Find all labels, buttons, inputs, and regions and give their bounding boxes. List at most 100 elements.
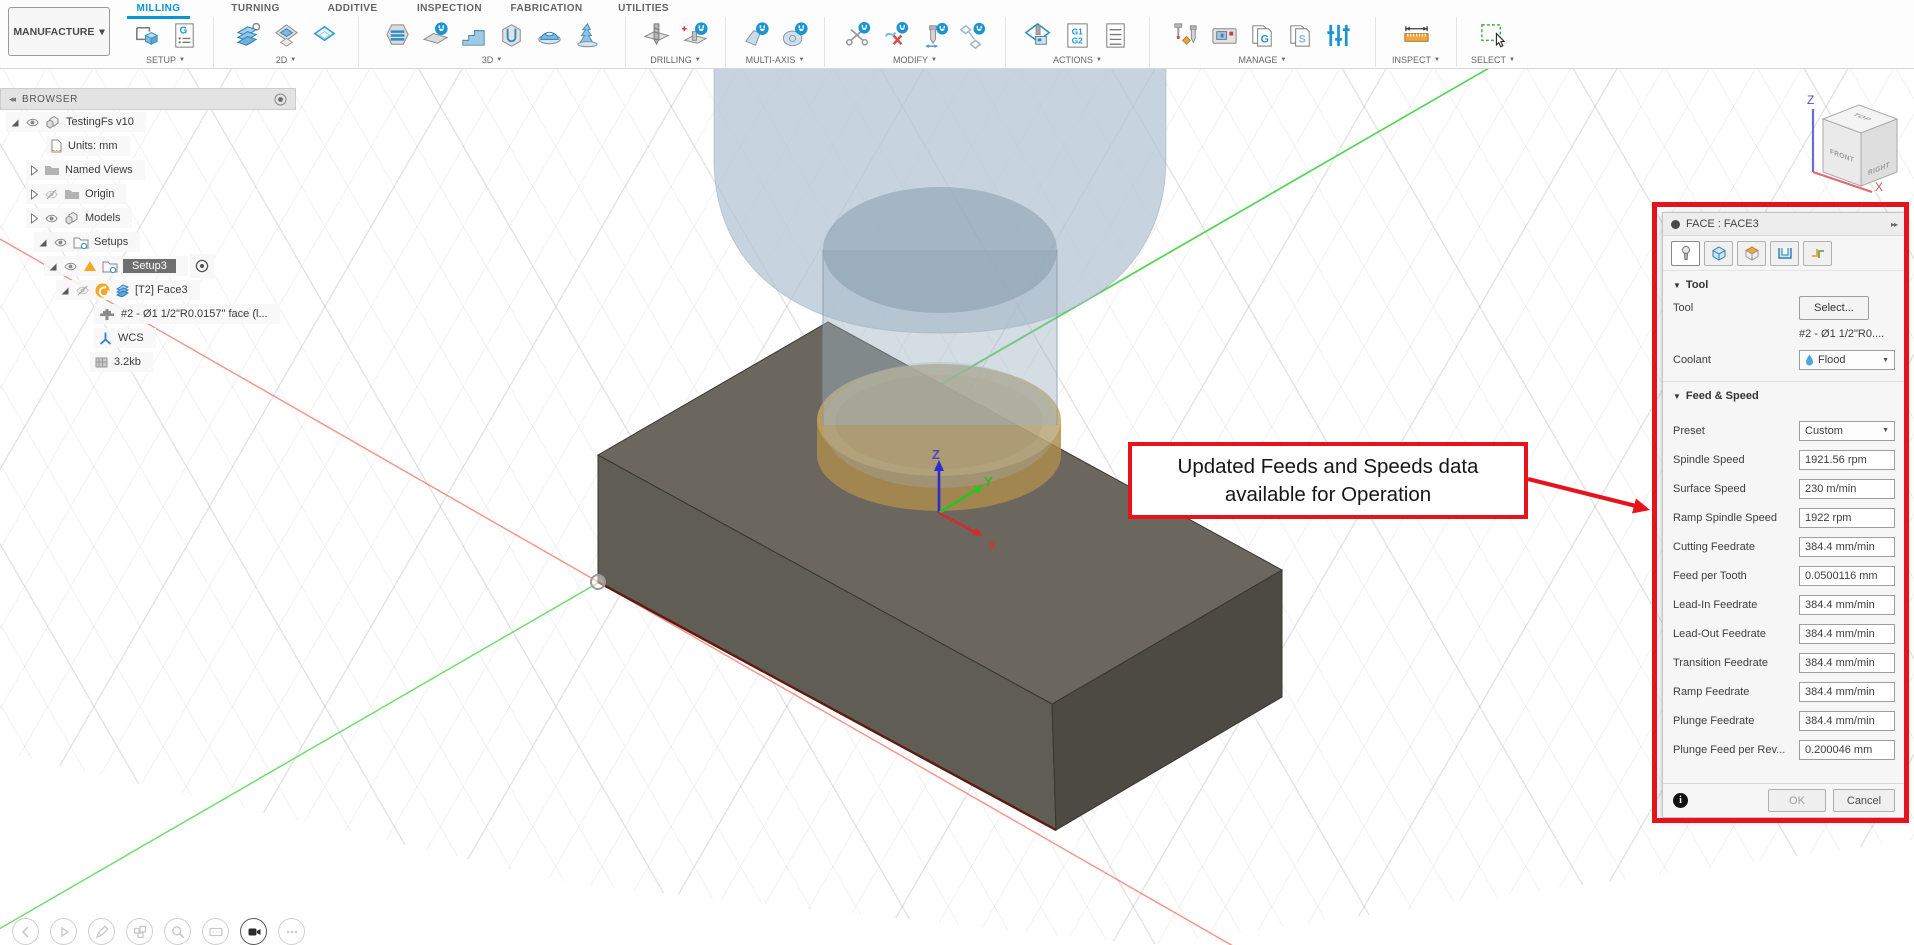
- preset-select[interactable]: Custom ▼: [1799, 420, 1895, 441]
- viewcube[interactable]: TOP FRONT RIGHT Z X: [1790, 85, 1914, 195]
- tool-select-button[interactable]: Select...: [1799, 296, 1869, 320]
- nav-more-icon[interactable]: [278, 918, 305, 945]
- transition-feedrate-input[interactable]: 384.4 mm/min: [1799, 652, 1895, 673]
- visibility-off-icon[interactable]: [44, 189, 59, 200]
- post-process-icon[interactable]: G1 G2: [1060, 19, 1096, 53]
- nav-orbit-icon[interactable]: [126, 918, 153, 945]
- tree-item-selected[interactable]: Setup3: [44, 256, 188, 276]
- ramp-feedrate-input[interactable]: 384.4 mm/min: [1799, 681, 1895, 702]
- tree-item[interactable]: Units: mm: [46, 136, 130, 156]
- plunge-feed-per-rev-input[interactable]: 0.200046 mm: [1799, 739, 1895, 760]
- workspace-switcher[interactable]: MANUFACTURE ▾: [8, 7, 110, 56]
- group-label-2d[interactable]: 2D ▼: [276, 54, 296, 66]
- pocket-clearing-icon[interactable]: [417, 19, 453, 53]
- face-2d-icon[interactable]: [230, 19, 266, 53]
- tab-milling[interactable]: MILLING: [110, 0, 207, 19]
- simulate-icon[interactable]: [1022, 19, 1058, 53]
- tab-linking[interactable]: [1803, 241, 1832, 266]
- tab-fabrication[interactable]: FABRICATION: [498, 0, 595, 17]
- group-label-select[interactable]: SELECT ▼: [1471, 54, 1515, 66]
- spindle-speed-input[interactable]: 1921.56 rpm: [1799, 449, 1895, 470]
- tab-heights[interactable]: [1737, 241, 1766, 266]
- tool-library-icon[interactable]: [1169, 19, 1205, 53]
- templates-icon[interactable]: S: [1283, 19, 1319, 53]
- section-tool[interactable]: ▼ Tool: [1663, 271, 1905, 293]
- tab-passes[interactable]: [1770, 241, 1799, 266]
- group-label-3d[interactable]: 3D ▼: [482, 54, 502, 66]
- setup-sheet-icon[interactable]: [1098, 19, 1134, 53]
- new-setup-icon[interactable]: [129, 19, 165, 53]
- tree-item[interactable]: TestingFs v10: [6, 112, 146, 132]
- tree-item[interactable]: Models: [26, 208, 133, 228]
- tree-item[interactable]: 3.2kb: [90, 352, 153, 372]
- ramp-icon[interactable]: [569, 19, 605, 53]
- plunge-feedrate-input[interactable]: 384.4 mm/min: [1799, 710, 1895, 731]
- feed-per-tooth-input[interactable]: 0.0500116 mm: [1799, 565, 1895, 586]
- tab-tool[interactable]: [1671, 241, 1700, 266]
- group-label-multiaxis[interactable]: MULTI-AXIS ▼: [746, 54, 805, 66]
- tree-item[interactable]: [T2] Face3: [56, 280, 200, 300]
- ok-button[interactable]: OK: [1768, 789, 1826, 812]
- lead-in-feedrate-input[interactable]: 384.4 mm/min: [1799, 594, 1895, 615]
- group-label-actions[interactable]: ACTIONS ▼: [1053, 54, 1102, 66]
- ncprogram-icon[interactable]: G: [167, 19, 203, 53]
- rotary-icon[interactable]: [776, 19, 812, 53]
- coolant-select[interactable]: Flood ▼: [1799, 350, 1895, 370]
- browser-options-icon[interactable]: [274, 93, 287, 106]
- visibility-off-icon[interactable]: [75, 285, 90, 296]
- lead-out-feedrate-input[interactable]: 384.4 mm/min: [1799, 623, 1895, 644]
- cancel-button[interactable]: Cancel: [1833, 789, 1895, 812]
- measure-icon[interactable]: [1398, 19, 1434, 53]
- visibility-eye-icon[interactable]: [25, 117, 40, 128]
- swarf-icon[interactable]: [738, 19, 774, 53]
- pin-right-icon[interactable]: ▸▸: [1891, 220, 1898, 229]
- visibility-eye-icon[interactable]: [53, 237, 68, 248]
- contour-3d-icon[interactable]: [493, 19, 529, 53]
- chamfer-2d-icon[interactable]: [306, 19, 342, 53]
- adaptive-clearing-icon[interactable]: [379, 19, 415, 53]
- delete-passes-icon[interactable]: [878, 19, 914, 53]
- tree-item[interactable]: Origin: [26, 184, 127, 204]
- collapse-panel-icon[interactable]: ◂◂: [9, 94, 16, 105]
- machine-library-icon[interactable]: [1207, 19, 1243, 53]
- section-feed-speed[interactable]: ▼ Feed & Speed: [1663, 382, 1905, 404]
- tree-item[interactable]: Setups: [34, 232, 141, 252]
- dialog-header[interactable]: FACE : FACE3 ▸▸: [1663, 213, 1905, 236]
- tool-change-icon[interactable]: [916, 19, 952, 53]
- browser-header[interactable]: ◂◂ BROWSER: [0, 88, 296, 110]
- group-label-modify[interactable]: MODIFY ▼: [893, 54, 937, 66]
- drill-icon[interactable]: [639, 19, 675, 53]
- tab-utilities[interactable]: UTILITIES: [595, 0, 692, 17]
- drill-pattern-icon[interactable]: [677, 19, 713, 53]
- tab-inspection[interactable]: INSPECTION: [401, 0, 498, 17]
- nav-forward-icon[interactable]: [50, 918, 77, 945]
- trim-toolpath-icon[interactable]: [840, 19, 876, 53]
- ramp-spindle-speed-input[interactable]: 1922 rpm: [1799, 507, 1895, 528]
- tab-additive[interactable]: ADDITIVE: [304, 0, 401, 17]
- tree-item[interactable]: WCS: [94, 328, 156, 348]
- nav-camera-icon[interactable]: [240, 918, 267, 945]
- pocket-2d-icon[interactable]: [268, 19, 304, 53]
- nav-back-icon[interactable]: [12, 918, 39, 945]
- parameters-icon[interactable]: [1321, 19, 1357, 53]
- visibility-eye-icon[interactable]: [44, 213, 59, 224]
- select-icon[interactable]: [1475, 19, 1511, 53]
- tree-item[interactable]: Named Views: [26, 160, 145, 180]
- nc-programs-icon[interactable]: G: [1245, 19, 1281, 53]
- tab-geometry[interactable]: [1704, 241, 1733, 266]
- tab-turning[interactable]: TURNING: [207, 0, 304, 17]
- info-icon[interactable]: i: [1673, 793, 1688, 808]
- group-label-inspect[interactable]: INSPECT ▼: [1392, 54, 1440, 66]
- cutting-feedrate-input[interactable]: 384.4 mm/min: [1799, 536, 1895, 557]
- tree-item[interactable]: #2 - Ø1 1/2"R0.0157" face (l...: [94, 304, 280, 324]
- group-label-manage[interactable]: MANAGE ▼: [1239, 54, 1287, 66]
- group-label-drilling[interactable]: DRILLING ▼: [650, 54, 700, 66]
- nav-markup-icon[interactable]: [88, 918, 115, 945]
- surface-speed-input[interactable]: 230 m/min: [1799, 478, 1895, 499]
- optimize-point-icon[interactable]: [954, 19, 990, 53]
- nav-zoom-icon[interactable]: [164, 918, 191, 945]
- nav-pan-icon[interactable]: [202, 918, 229, 945]
- group-label-setup[interactable]: SETUP ▼: [146, 54, 185, 66]
- visibility-eye-icon[interactable]: [63, 261, 78, 272]
- activate-setup-radio[interactable]: [189, 254, 214, 278]
